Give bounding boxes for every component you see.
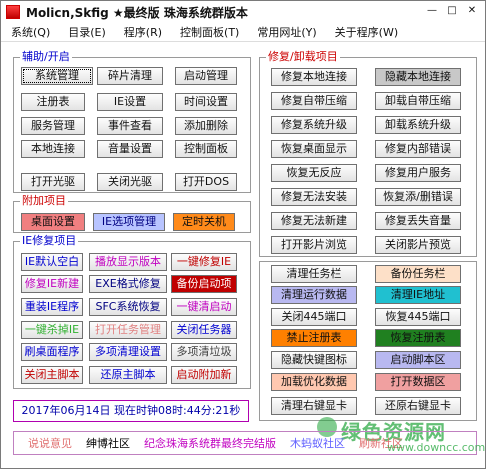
exe-format-fix-button[interactable]: EXE格式修复 bbox=[89, 275, 167, 293]
backup-taskbar-button[interactable]: 备份任务栏 bbox=[375, 265, 461, 283]
defrag-button[interactable]: 碎片清理 bbox=[97, 67, 163, 85]
close-icon[interactable]: ✕ bbox=[463, 4, 481, 18]
fix-user-service-button[interactable]: 修复用户服务 bbox=[375, 164, 461, 182]
menu-programs[interactable]: 程序(R) bbox=[114, 24, 170, 40]
restore-no-response-button[interactable]: 恢复无反应 bbox=[271, 164, 357, 182]
backup-startup-button[interactable]: 备份启动项 bbox=[171, 275, 237, 293]
start-script-area-button[interactable]: 启动脚本区 bbox=[375, 351, 461, 369]
event-viewer-button[interactable]: 事件查看 bbox=[97, 117, 163, 135]
restore-right-click-gpu-button[interactable]: 还原右键显卡 bbox=[375, 397, 461, 415]
clean-ie-address-button[interactable]: 清理IE地址 bbox=[375, 286, 461, 304]
title-bar[interactable]: Molicn,Skfig ★最终版 珠海系统群版本 — □ ✕ bbox=[1, 1, 485, 24]
reinstall-ie-button[interactable]: 重装IE程序 bbox=[21, 298, 83, 316]
volume-button[interactable]: 音量设置 bbox=[97, 140, 163, 158]
fix-ie-new-button[interactable]: 修复IE新建 bbox=[21, 275, 83, 293]
restore-port-445-button[interactable]: 恢复445端口 bbox=[375, 308, 461, 326]
open-task-manager-button[interactable]: 打开任务管理 bbox=[89, 321, 167, 339]
open-cdrom-button[interactable]: 打开光驱 bbox=[21, 173, 85, 191]
mumayi-community-link[interactable]: 木蚂蚁社区 bbox=[276, 435, 345, 451]
system-manage-button[interactable]: 系统管理 bbox=[21, 67, 93, 85]
restore-registry-button[interactable]: 恢复注册表 bbox=[375, 329, 461, 347]
desktop-settings-button[interactable]: 桌面设置 bbox=[21, 213, 85, 231]
menu-about[interactable]: 关于程序(W) bbox=[325, 24, 406, 40]
hide-local-connection-button[interactable]: 隐藏本地连接 bbox=[375, 68, 461, 86]
add-remove-button[interactable]: 添加删除 bbox=[175, 117, 237, 135]
fix-lost-volume-button[interactable]: 修复丢失音量 bbox=[375, 212, 461, 230]
kill-ie-button[interactable]: 一键杀掉IE bbox=[21, 321, 83, 339]
sfc-restore-button[interactable]: SFC系统恢复 bbox=[89, 298, 167, 316]
watermark-url: www.downcc.com bbox=[387, 441, 486, 454]
close-video-preview-button[interactable]: 关闭影片预览 bbox=[375, 236, 461, 254]
minimize-icon[interactable]: — bbox=[423, 4, 441, 18]
feedback-link[interactable]: 说说意见 bbox=[14, 435, 72, 451]
ie-options-button[interactable]: IE选项管理 bbox=[93, 213, 165, 231]
shenbo-community-link[interactable]: 绅博社区 bbox=[72, 435, 130, 451]
menu-control-panel[interactable]: 控制面板(T) bbox=[170, 24, 247, 40]
fix-builtin-zip-button[interactable]: 修复自带压缩 bbox=[271, 92, 357, 110]
one-click-clear-startup-button[interactable]: 一键清启动 bbox=[171, 298, 237, 316]
fix-local-connection-button[interactable]: 修复本地连接 bbox=[271, 68, 357, 86]
group-assist-title: 辅助/开启 bbox=[20, 50, 72, 64]
disable-registry-button[interactable]: 禁止注册表 bbox=[271, 329, 357, 347]
one-click-fix-ie-button[interactable]: 一键修复IE bbox=[171, 253, 237, 271]
registry-button[interactable]: 注册表 bbox=[21, 93, 85, 111]
uninstall-system-update-button[interactable]: 卸载系统升级 bbox=[375, 116, 461, 134]
app-window: Molicn,Skfig ★最终版 珠海系统群版本 — □ ✕ 系统(Q) 目录… bbox=[0, 0, 486, 469]
close-port-445-button[interactable]: 关闭445端口 bbox=[271, 308, 357, 326]
clean-right-click-gpu-button[interactable]: 清理右键显卡 bbox=[271, 397, 357, 415]
close-task-manager-button[interactable]: 关闭任务器 bbox=[171, 321, 237, 339]
fix-system-update-button[interactable]: 修复系统升级 bbox=[271, 116, 357, 134]
window-title: Molicn,Skfig ★最终版 珠海系统群版本 bbox=[26, 5, 248, 20]
clean-run-data-button[interactable]: 清理运行数据 bbox=[271, 286, 357, 304]
menu-directory[interactable]: 目录(E) bbox=[58, 24, 114, 40]
ie-default-blank-button[interactable]: IE默认空白 bbox=[21, 253, 83, 271]
restore-add-remove-error-button[interactable]: 恢复添/删错误 bbox=[375, 188, 461, 206]
memorial-link[interactable]: 纪念珠海系统群最终完结版 bbox=[130, 435, 276, 451]
start-addon-button[interactable]: 启动附加新 bbox=[171, 366, 237, 384]
maximize-icon[interactable]: □ bbox=[443, 4, 461, 18]
load-optimize-data-button[interactable]: 加载优化数据 bbox=[271, 373, 357, 391]
restore-desktop-display-button[interactable]: 恢复桌面显示 bbox=[271, 140, 357, 158]
hide-shortcut-icons-button[interactable]: 隐藏快键图标 bbox=[271, 351, 357, 369]
open-dos-button[interactable]: 打开DOS bbox=[175, 173, 237, 191]
menu-system[interactable]: 系统(Q) bbox=[1, 24, 58, 40]
services-button[interactable]: 服务管理 bbox=[21, 117, 85, 135]
fix-cannot-install-button[interactable]: 修复无法安装 bbox=[271, 188, 357, 206]
menu-common-urls[interactable]: 常用网址(Y) bbox=[247, 24, 324, 40]
app-icon bbox=[6, 5, 20, 19]
multi-clean-settings-button[interactable]: 多项清理设置 bbox=[89, 343, 167, 361]
fix-internal-error-button[interactable]: 修复内部错误 bbox=[375, 140, 461, 158]
timed-shutdown-button[interactable]: 定时关机 bbox=[173, 213, 235, 231]
open-video-browse-button[interactable]: 打开影片浏览 bbox=[271, 236, 357, 254]
fix-cannot-create-button[interactable]: 修复无法新建 bbox=[271, 212, 357, 230]
group-ie-title: IE修复项目 bbox=[20, 234, 79, 248]
uninstall-builtin-zip-button[interactable]: 卸载自带压缩 bbox=[375, 92, 461, 110]
clean-taskbar-button[interactable]: 清理任务栏 bbox=[271, 265, 357, 283]
window-controls: — □ ✕ bbox=[423, 4, 481, 18]
time-settings-button[interactable]: 时间设置 bbox=[175, 93, 237, 111]
menu-bar: 系统(Q) 目录(E) 程序(R) 控制面板(T) 常用网址(Y) 关于程序(W… bbox=[1, 23, 485, 42]
refresh-desktop-button[interactable]: 刷桌面程序 bbox=[21, 343, 83, 361]
local-connection-button[interactable]: 本地连接 bbox=[21, 140, 85, 158]
startup-manage-button[interactable]: 启动管理 bbox=[175, 67, 237, 85]
control-panel-button[interactable]: 控制面板 bbox=[175, 140, 237, 158]
restore-main-script-button[interactable]: 还原主脚本 bbox=[89, 366, 167, 384]
group-repair-title: 修复/卸载项目 bbox=[266, 50, 340, 64]
close-main-script-button[interactable]: 关闭主脚本 bbox=[21, 366, 83, 384]
group-extra-title: 附加项目 bbox=[20, 194, 68, 208]
play-show-version-button[interactable]: 播放显示版本 bbox=[89, 253, 167, 271]
close-cdrom-button[interactable]: 关闭光驱 bbox=[97, 173, 163, 191]
clock-status: 2017年06月14日 现在时钟08时:44分:21秒 bbox=[13, 400, 249, 422]
open-data-area-button[interactable]: 打开数据区 bbox=[375, 373, 461, 391]
multi-clean-junk-button[interactable]: 多项清垃圾 bbox=[171, 343, 237, 361]
ie-settings-button[interactable]: IE设置 bbox=[97, 93, 163, 111]
